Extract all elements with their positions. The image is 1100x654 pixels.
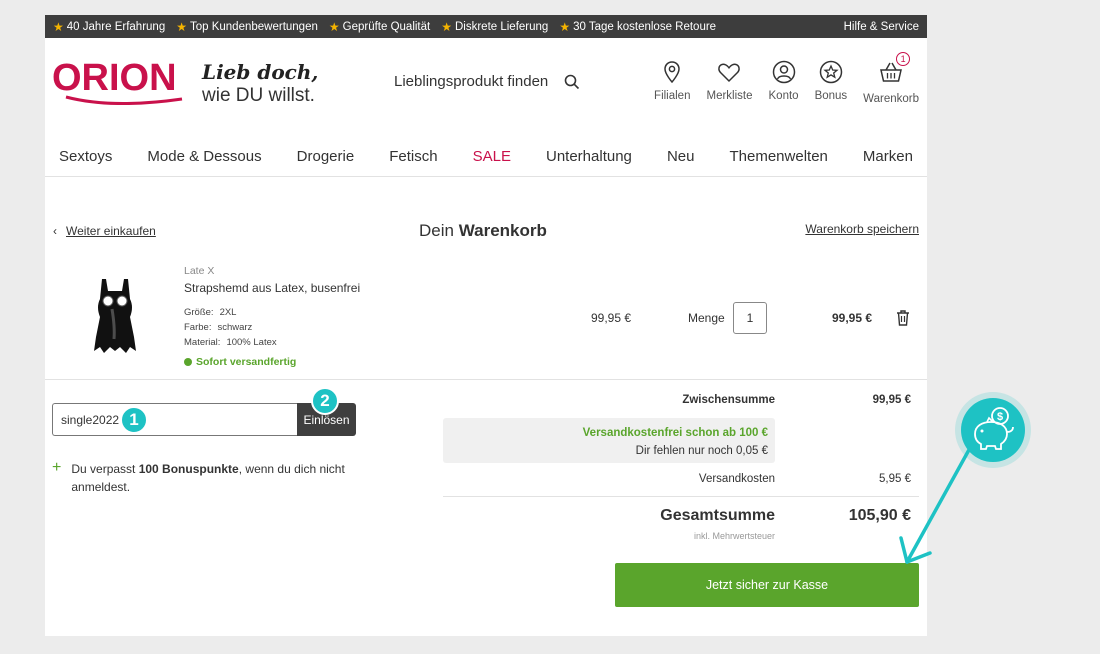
wishlist-link[interactable]: Merkliste (706, 59, 753, 105)
divider (45, 379, 927, 380)
product-attribute: Farbe: schwarz (184, 322, 253, 333)
piggy-bank-icon: $ (974, 407, 1014, 450)
step-marker-1: 1 (120, 406, 148, 434)
star-icon: ★ (441, 19, 452, 34)
divider (443, 496, 919, 497)
nav-item-mode-dessous[interactable]: Mode & Dessous (147, 148, 261, 165)
nav-item-sextoys[interactable]: Sextoys (59, 148, 112, 165)
quantity-label: Menge (688, 311, 725, 325)
usp-item: ★ 30 Tage kostenlose Retoure (559, 19, 717, 34)
availability-status: Sofort versandfertig (184, 356, 360, 368)
free-shipping-note: Versandkostenfrei schon ab 100 € Dir feh… (443, 418, 775, 463)
page: ★ 40 Jahre Erfahrung ★ Top Kundenbewertung… (45, 15, 927, 636)
step-marker-2: 2 (311, 387, 339, 415)
checkout-button[interactable]: Jetzt sicher zur Kasse (615, 563, 919, 607)
shipping-label: Versandkosten (698, 473, 775, 485)
location-pin-icon (664, 61, 681, 84)
main-navigation: Sextoys Mode & Dessous Drogerie Fetisch … (45, 137, 927, 177)
star-badge-icon (819, 60, 843, 84)
quantity-input[interactable]: 1 (733, 302, 767, 334)
usp-item: ★ Top Kundenbewertungen (176, 19, 318, 34)
cart-link[interactable]: 1 Warenkorb (863, 52, 919, 105)
bonus-link[interactable]: Bonus (815, 59, 847, 105)
help-service-link[interactable]: Hilfe & Service (844, 21, 919, 33)
slogan: Lieb doch, wie DU willst. (202, 60, 319, 106)
nav-item-neu[interactable]: Neu (667, 148, 695, 165)
page-title: Dein Warenkorb (419, 221, 547, 240)
vat-note: inkl. Mehrwertsteuer (693, 531, 775, 541)
trash-icon[interactable] (896, 310, 910, 326)
nav-item-marken[interactable]: Marken (863, 148, 913, 165)
subtotal-label: Zwischensumme (682, 394, 775, 406)
unit-price: 99,95 € (591, 311, 632, 325)
usp-item: ★ 40 Jahre Erfahrung (53, 19, 166, 34)
star-icon: ★ (176, 19, 187, 34)
subtotal-value: 99,95 € (872, 394, 911, 406)
nav-item-drogerie[interactable]: Drogerie (297, 148, 355, 165)
status-dot-icon (184, 358, 192, 366)
usp-item: ★ Geprüfte Qualität (328, 19, 431, 34)
stores-link[interactable]: Filialen (654, 59, 690, 105)
search-icon (564, 74, 580, 89)
save-cart-link[interactable]: Warenkorb speichern (805, 222, 919, 236)
heart-icon (718, 63, 741, 83)
star-icon: ★ (559, 19, 571, 34)
voucher-form: single2022 Einlösen (52, 403, 356, 436)
search-trigger[interactable]: Lieblingsprodukt finden (394, 73, 580, 90)
account-link[interactable]: Konto (769, 59, 799, 105)
nav-item-themenwelten[interactable]: Themenwelten (730, 148, 828, 165)
svg-text:ORION: ORION (52, 59, 177, 99)
nav-item-unterhaltung[interactable]: Unterhaltung (546, 148, 632, 165)
bonus-points-hint: + Du verpasst 100 Bonuspunkte, wenn du d… (52, 459, 345, 495)
search-label: Lieblingsprodukt finden (394, 73, 549, 90)
star-icon: ★ (328, 19, 340, 34)
product-attribute: Material: 100% Latex (184, 337, 277, 348)
orion-logo[interactable]: ORION (52, 57, 188, 106)
user-icon (772, 60, 795, 84)
voucher-code-input[interactable]: single2022 (52, 403, 297, 436)
product-brand: Late X (184, 265, 215, 277)
cart-count-badge: 1 (896, 52, 911, 66)
svg-text:$: $ (997, 411, 1003, 423)
total-label: Gesamtsumme (660, 507, 775, 524)
continue-shopping-link[interactable]: ‹ Weiter einkaufen (53, 224, 156, 238)
header-icons: Filialen Merkliste Konto Bonus 1 Warenko… (638, 52, 919, 105)
star-icon: ★ (53, 19, 64, 34)
nav-item-sale[interactable]: SALE (473, 148, 511, 165)
cart-item-info: Late X Strapshemd aus Latex, busenfrei G… (184, 265, 360, 368)
plus-icon: + (52, 459, 62, 476)
usp-bar: ★ 40 Jahre Erfahrung ★ Top Kundenbewertung… (45, 15, 927, 38)
product-attribute: Größe: 2XL (184, 307, 237, 318)
product-name[interactable]: Strapshemd aus Latex, busenfrei (184, 281, 360, 295)
savings-badge: $ (955, 392, 1031, 468)
product-image[interactable] (90, 277, 140, 359)
chevron-left-icon: ‹ (53, 224, 57, 238)
nav-item-fetisch[interactable]: Fetisch (389, 148, 437, 165)
line-total: 99,95 € (832, 311, 873, 325)
usp-item: ★ Diskrete Lieferung (441, 19, 549, 34)
